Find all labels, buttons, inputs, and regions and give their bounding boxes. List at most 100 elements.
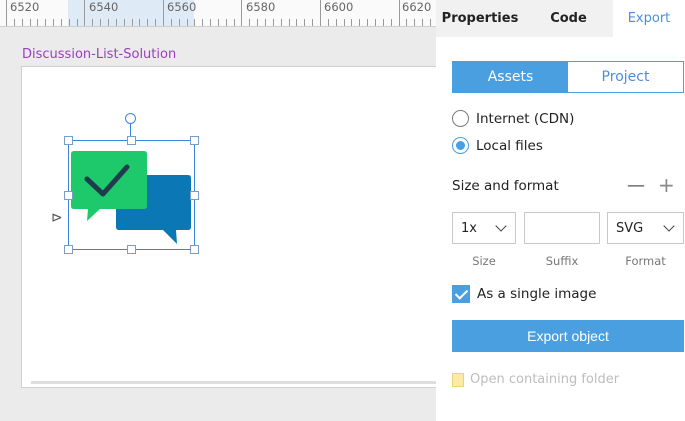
- chevron-down-icon: [495, 220, 507, 232]
- ruler-tick: [399, 0, 400, 26]
- ruler-label: 6540: [89, 0, 119, 14]
- ruler-tick: [108, 19, 109, 26]
- rotation-handle[interactable]: [125, 113, 136, 124]
- resize-handle-bottom-left[interactable]: [64, 245, 73, 254]
- ruler-tick: [289, 19, 290, 26]
- ruler-tick: [414, 19, 415, 26]
- suffix-input[interactable]: [524, 212, 600, 244]
- ruler-label: 6620: [402, 0, 432, 14]
- tab-properties[interactable]: Properties: [436, 0, 524, 37]
- ruler-tick: [265, 19, 266, 26]
- resize-handle-right[interactable]: [190, 191, 199, 200]
- ruler-tick: [61, 19, 62, 26]
- ruler-tick: [194, 19, 195, 26]
- artboard-title[interactable]: Discussion-List-Solution: [22, 47, 176, 62]
- resize-handle-top-right[interactable]: [190, 136, 199, 145]
- ruler-tick: [124, 19, 125, 26]
- ruler-tick: [92, 19, 93, 26]
- ruler-tick: [132, 19, 133, 26]
- format-caption: Format: [625, 254, 666, 268]
- radio-circle-icon[interactable]: [452, 110, 469, 127]
- ruler-tick: [367, 19, 368, 26]
- add-size-button[interactable]: +: [658, 173, 675, 197]
- size-dropdown[interactable]: 1x: [452, 212, 516, 244]
- ruler-tick: [430, 19, 431, 26]
- ruler-tick: [234, 19, 235, 26]
- tab-code[interactable]: Code: [524, 0, 613, 37]
- project-toggle-button[interactable]: Project: [568, 62, 683, 92]
- inspector-panel: Properties Code Export Assets Project In…: [436, 0, 685, 421]
- ruler-tick: [218, 19, 219, 26]
- ruler-tick: [77, 19, 78, 26]
- ruler-tick: [226, 19, 227, 26]
- size-and-format-title: Size and format: [452, 178, 559, 194]
- selection-box[interactable]: [68, 140, 195, 250]
- ruler-tick: [344, 19, 345, 26]
- radio-local-files[interactable]: Local files: [452, 137, 543, 154]
- suffix-caption: Suffix: [545, 254, 579, 268]
- ruler-tick: [163, 0, 164, 26]
- open-folder-label: Open containing folder: [470, 372, 620, 387]
- resize-handle-bottom-right[interactable]: [190, 245, 199, 254]
- ruler-tick: [351, 19, 352, 26]
- ruler-tick: [375, 19, 376, 26]
- ruler-tick: [100, 19, 101, 26]
- ruler-tick: [116, 19, 117, 26]
- ruler-tick: [84, 0, 85, 26]
- design-canvas[interactable]: 6520 6540 6560 6580 6600 6620 Discussion…: [0, 0, 441, 421]
- single-image-checkbox[interactable]: As a single image: [452, 285, 596, 303]
- chevron-down-icon: [663, 220, 675, 232]
- size-value: 1x: [461, 220, 477, 236]
- radio-internet-cdn[interactable]: Internet (CDN): [452, 110, 574, 127]
- ruler-tick: [69, 19, 70, 26]
- export-mode-toggle: Assets Project: [452, 61, 684, 93]
- resize-handle-bottom[interactable]: [127, 245, 136, 254]
- ruler-tick: [296, 19, 297, 26]
- ruler-tick: [179, 19, 180, 26]
- format-value: SVG: [616, 220, 644, 236]
- ruler-tick: [383, 19, 384, 26]
- ruler-label: 6600: [324, 0, 354, 14]
- export-object-button[interactable]: Export object: [452, 320, 684, 352]
- ruler-tick: [171, 19, 172, 26]
- ruler-tick: [14, 19, 15, 26]
- ruler-tick: [281, 19, 282, 26]
- resize-handle-left[interactable]: [64, 191, 73, 200]
- resize-handle-top-left[interactable]: [64, 136, 73, 145]
- resize-handle-top[interactable]: [127, 136, 136, 145]
- ruler-tick: [257, 19, 258, 26]
- ruler-label: 6520: [10, 0, 40, 14]
- ruler-tick: [422, 19, 423, 26]
- ruler-tick: [304, 19, 305, 26]
- panel-tabs: Properties Code Export: [436, 0, 685, 37]
- open-containing-folder-link[interactable]: Open containing folder: [452, 372, 619, 387]
- ruler-tick: [241, 0, 242, 26]
- ruler-label: 6580: [246, 0, 276, 14]
- ruler-tick: [336, 19, 337, 26]
- radio-selected-icon[interactable]: [452, 137, 469, 154]
- ruler-tick: [45, 19, 46, 26]
- format-dropdown[interactable]: SVG: [607, 212, 684, 244]
- ruler-tick: [30, 19, 31, 26]
- ruler-tick: [391, 19, 392, 26]
- ruler-tick: [406, 19, 407, 26]
- ruler-tick: [37, 19, 38, 26]
- ruler-tick: [210, 19, 211, 26]
- horizontal-scrollbar[interactable]: [31, 381, 441, 384]
- ruler-tick: [359, 19, 360, 26]
- ruler-tick: [187, 19, 188, 26]
- ruler-label: 6560: [167, 0, 197, 14]
- ruler-tick: [273, 19, 274, 26]
- ruler-tick: [53, 19, 54, 26]
- ruler-tick: [202, 19, 203, 26]
- ruler-tick: [6, 0, 7, 26]
- checkbox-checked-icon[interactable]: [452, 285, 470, 303]
- remove-size-button[interactable]: —: [627, 175, 645, 196]
- size-caption: Size: [472, 254, 496, 268]
- ruler-tick: [320, 0, 321, 26]
- tab-export[interactable]: Export: [613, 0, 685, 37]
- ruler-tick: [139, 19, 140, 26]
- assets-toggle-button[interactable]: Assets: [453, 62, 568, 92]
- ruler-tick: [312, 19, 313, 26]
- folder-icon: [452, 372, 464, 387]
